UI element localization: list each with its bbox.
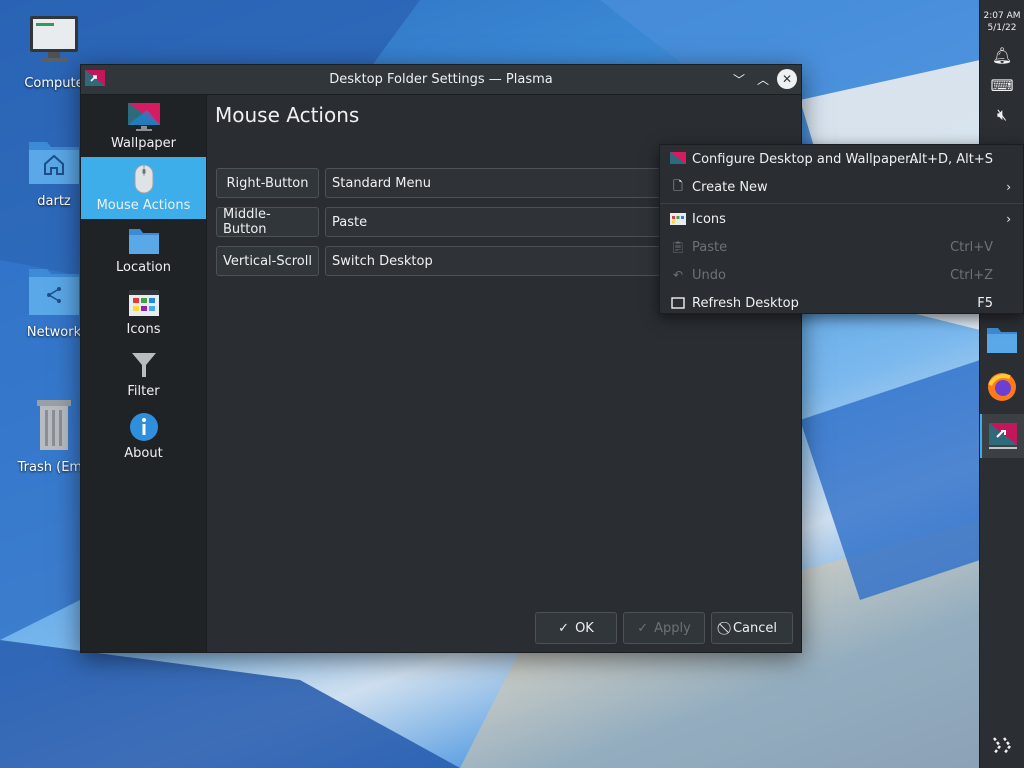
volume-button[interactable]: 🔇︎ — [980, 100, 1024, 130]
filter-icon — [131, 352, 156, 377]
chevron-up-icon: ︿ — [756, 72, 769, 87]
chevron-right-icon: › — [1006, 180, 1011, 194]
menu-item-shortcut: Ctrl+Z — [950, 267, 993, 283]
maximize-button[interactable]: ︿ — [753, 69, 773, 89]
menu-item-label: Undo — [692, 267, 726, 283]
menu-item-shortcut: F5 — [977, 295, 993, 311]
icons-icon — [670, 211, 686, 227]
window-title: Desktop Folder Settings — Plasma — [329, 72, 553, 87]
menu-item-label: Refresh Desktop — [692, 295, 799, 311]
sidebar-item-label: Mouse Actions — [96, 197, 191, 213]
menu-item-label: Configure Desktop and Wallpaper... — [692, 151, 922, 167]
volume-muted-icon: 🔇︎ — [996, 105, 1008, 124]
apply-label: Apply — [654, 620, 691, 636]
menu-item-label: Paste — [692, 239, 728, 255]
kde-connect-icon — [993, 737, 1012, 755]
network-folder-icon — [29, 269, 79, 315]
paste-icon: 📋︎ — [670, 240, 686, 254]
checkmark-icon: ✓ — [558, 620, 570, 636]
chevron-right-icon: › — [1006, 212, 1011, 226]
menu-separator — [660, 203, 1023, 204]
plasma-app-icon — [85, 70, 105, 86]
menu-item-shortcut: Alt+D, Alt+S — [909, 151, 993, 167]
checkmark-icon: ✓ — [637, 620, 649, 636]
sidebar-item-about[interactable]: About — [81, 405, 206, 467]
menu-item-icons[interactable]: Icons › — [660, 205, 1023, 233]
window-titlebar[interactable]: Desktop Folder Settings — Plasma ﹀ ︿ ✕ — [81, 65, 801, 95]
wallpaper-icon — [127, 102, 160, 131]
clock-date: 5/1/22 — [987, 23, 1017, 33]
folder-icon — [128, 228, 159, 254]
trash-icon — [37, 400, 71, 450]
undo-icon: ↶ — [672, 268, 684, 282]
sidebar-item-label: Filter — [127, 383, 160, 399]
menu-item-undo[interactable]: ↶ Undo Ctrl+Z — [660, 261, 1023, 289]
sidebar-item-location[interactable]: Location — [81, 219, 206, 281]
menu-item-label: Create New — [692, 179, 768, 195]
close-button[interactable]: ✕ — [777, 69, 797, 89]
icons-icon — [128, 289, 159, 316]
ok-button[interactable]: ✓ OK — [535, 612, 617, 644]
digital-clock[interactable]: 2:07 AM 5/1/22 — [980, 10, 1024, 34]
menu-item-label: Icons — [692, 211, 726, 227]
sidebar-item-filter[interactable]: Filter — [81, 343, 206, 405]
apply-button[interactable]: ✓ Apply — [623, 612, 705, 644]
configure-icon — [670, 151, 686, 167]
taskbar-plasma-settings[interactable] — [980, 414, 1024, 458]
close-icon: ✕ — [781, 72, 793, 86]
menu-item-configure-desktop[interactable]: Configure Desktop and Wallpaper... Alt+D… — [660, 145, 1023, 173]
menu-item-shortcut: Ctrl+V — [950, 239, 993, 255]
firefox-icon — [988, 373, 1016, 401]
right-button-trigger[interactable]: Right-Button — [216, 168, 319, 198]
vertical-scroll-trigger[interactable]: Vertical-Scroll — [216, 246, 319, 276]
page-title: Mouse Actions — [215, 103, 360, 127]
menu-item-paste[interactable]: 📋︎ Paste Ctrl+V — [660, 233, 1023, 261]
info-icon — [129, 412, 158, 441]
ok-label: OK — [575, 620, 594, 636]
kde-settings-icon — [989, 423, 1017, 449]
keyboard-icon: ⌨ — [990, 75, 1014, 95]
clock-time: 2:07 AM — [983, 11, 1021, 21]
keyboard-button[interactable]: ⌨ — [980, 70, 1024, 100]
notifications-button[interactable]: 🔔︎ — [980, 40, 1024, 70]
menu-item-create-new[interactable]: 🗋︎ Create New › — [660, 173, 1023, 201]
taskbar-files[interactable] — [980, 323, 1024, 357]
sidebar-item-label: About — [124, 445, 163, 461]
sidebar-item-label: Icons — [126, 321, 161, 337]
settings-sidebar: Wallpaper Mouse Actions Location Icons F… — [81, 95, 207, 652]
refresh-icon — [670, 295, 686, 311]
mouse-icon — [134, 164, 153, 193]
files-icon — [987, 328, 1017, 353]
sidebar-item-wallpaper[interactable]: Wallpaper — [81, 95, 206, 157]
sidebar-item-label: Wallpaper — [110, 135, 177, 151]
menu-item-refresh-desktop[interactable]: Refresh Desktop F5 — [660, 289, 1023, 317]
new-file-icon: 🗋︎ — [673, 178, 683, 193]
dialog-footer: ✓ OK ✓ Apply ⃠ Cancel — [535, 612, 793, 644]
home-folder-icon — [29, 142, 79, 184]
cancel-button[interactable]: ⃠ Cancel — [711, 612, 793, 644]
sidebar-item-icons[interactable]: Icons — [81, 281, 206, 343]
notifications-icon: 🔔︎ — [991, 45, 1013, 65]
computer-icon — [30, 16, 78, 62]
chevron-down-icon: ﹀ — [732, 72, 745, 87]
sidebar-item-label: Location — [116, 259, 171, 275]
desktop-context-menu: Configure Desktop and Wallpaper... Alt+D… — [659, 144, 1024, 314]
minimize-button[interactable]: ﹀ — [729, 69, 749, 89]
kde-connect-button[interactable] — [980, 728, 1024, 764]
panel: 2:07 AM 5/1/22 🔔︎ ⌨ 🔇︎ — [979, 0, 1024, 768]
taskbar-firefox[interactable] — [980, 369, 1024, 405]
middle-button-trigger[interactable]: Middle-Button — [216, 207, 319, 237]
cancel-label: Cancel — [732, 620, 778, 636]
sidebar-item-mouse-actions[interactable]: Mouse Actions — [81, 157, 206, 219]
